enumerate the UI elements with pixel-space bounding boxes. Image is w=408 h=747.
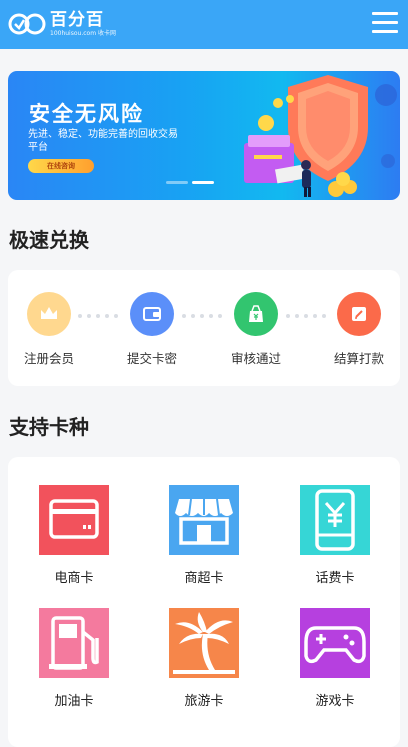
promo-banner[interactable]: 安全无风险 先进、稳定、功能完善的回收交易平台 在线咨询 [8, 71, 400, 200]
step-register[interactable]: 注册会员 [9, 292, 89, 367]
top-header: 百分百 100huisou.com 收卡网 [0, 0, 408, 49]
carousel-dot[interactable] [166, 181, 188, 184]
step-submit-card[interactable]: 提交卡密 [112, 292, 192, 367]
credit-card-icon [39, 485, 109, 555]
banner-subtitle: 先进、稳定、功能完善的回收交易平台 [28, 129, 178, 153]
hamburger-icon[interactable] [372, 12, 398, 34]
section-title-card-types: 支持卡种 [9, 415, 89, 439]
banner-title: 安全无风险 [29, 102, 144, 126]
card-type-travel[interactable]: 旅游卡 [154, 608, 254, 709]
brand-name: 百分百 [50, 9, 104, 30]
exchange-steps-card: 注册会员 提交卡密 审核通过 结算打款 [8, 270, 400, 386]
phone-yuan-icon [300, 485, 370, 555]
step-review[interactable]: 审核通过 [216, 292, 296, 367]
step-label: 提交卡密 [126, 351, 177, 366]
step-settlement[interactable]: 结算打款 [319, 292, 399, 367]
card-type-label: 话费卡 [315, 571, 355, 586]
step-label: 注册会员 [23, 351, 74, 366]
card-type-fuel[interactable]: 加油卡 [24, 608, 124, 709]
brand-subtitle: 100huisou.com 收卡网 [50, 29, 116, 37]
card-type-label: 商超卡 [184, 571, 224, 586]
card-type-game[interactable]: 游戏卡 [285, 608, 385, 709]
card-type-label: 游戏卡 [315, 694, 355, 709]
carousel-dot-active[interactable] [192, 181, 214, 184]
online-consult-button[interactable]: 在线咨询 [28, 159, 94, 173]
fuel-pump-icon [39, 608, 109, 678]
money-bag-icon [249, 305, 263, 322]
card-wallet-icon [143, 307, 161, 321]
step-label: 审核通过 [230, 351, 281, 366]
crown-icon [41, 307, 57, 319]
store-icon [169, 485, 239, 555]
pencil-note-icon [352, 307, 366, 321]
logo-mark-icon [8, 13, 46, 35]
card-type-label: 旅游卡 [184, 694, 224, 709]
card-type-ecommerce[interactable]: 电商卡 [24, 485, 124, 586]
card-types-grid: 电商卡 商超卡 话费卡 加油卡 旅游卡 游戏卡 [8, 457, 400, 747]
card-type-label: 加油卡 [54, 694, 94, 709]
card-type-supermarket[interactable]: 商超卡 [154, 485, 254, 586]
card-type-label: 电商卡 [54, 571, 94, 586]
carousel-dots [166, 181, 246, 185]
palm-tree-icon [169, 608, 239, 678]
section-title-exchange: 极速兑换 [9, 228, 89, 252]
card-type-phone-credit[interactable]: 话费卡 [285, 485, 385, 586]
gamepad-icon [300, 608, 370, 678]
brand-logo[interactable]: 百分百 100huisou.com 收卡网 [8, 9, 116, 39]
step-label: 结算打款 [333, 351, 384, 366]
